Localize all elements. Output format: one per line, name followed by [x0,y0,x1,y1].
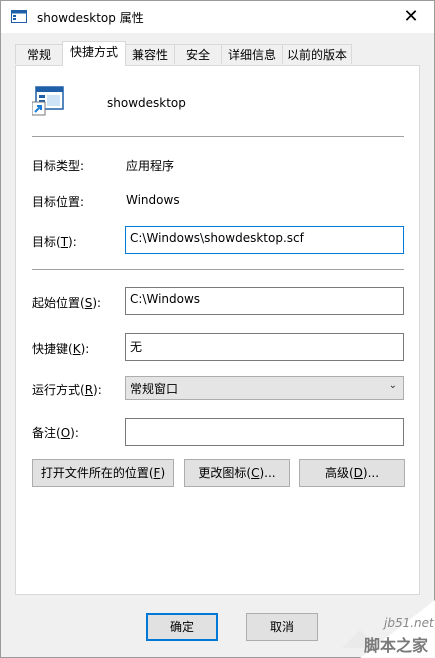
comment-field[interactable] [125,418,404,446]
tab-compatibility[interactable]: 兼容性 [125,44,175,64]
start-in-label: 起始位置(S): [32,296,102,310]
run-select[interactable]: 常规窗口 ⌄ [125,376,404,400]
hotkey-field[interactable]: 无 [125,333,404,361]
tab-security[interactable]: 安全 [174,44,222,64]
window-title: showdesktop 属性 [37,11,144,25]
shortcut-name: showdesktop [107,96,186,110]
close-button[interactable]: ✕ [388,1,434,32]
start-in-field-value: C:\Windows [130,292,201,306]
open-file-location-button[interactable]: 打开文件所在的位置(F) [32,459,174,487]
change-icon-button[interactable]: 更改图标(C)... [184,459,290,487]
cancel-button[interactable]: 取消 [246,613,318,641]
comment-label: 备注(O): [32,426,79,440]
ok-button[interactable]: 确定 [146,613,218,641]
hotkey-label: 快捷键(K): [32,342,90,356]
watermark: jb51.net 脚本之家 [320,590,435,658]
run-label: 运行方式(R): [32,383,102,397]
separator [32,136,404,137]
start-in-field[interactable]: C:\Windows [125,287,404,315]
tab-previous-versions[interactable]: 以前的版本 [282,44,352,64]
advanced-button[interactable]: 高级(D)... [299,459,405,487]
separator [32,269,404,270]
hotkey-field-value: 无 [130,340,143,354]
tab-details[interactable]: 详细信息 [221,44,283,64]
tab-shortcut[interactable]: 快捷方式 [62,41,126,66]
close-icon: ✕ [403,6,419,27]
watermark-domain: jb51.net [384,616,434,630]
shortcut-panel: showdesktop 目标类型: 应用程序 目标位置: Windows 目标(… [15,65,420,595]
properties-dialog: showdesktop 属性 ✕ 常规 快捷方式 兼容性 安全 详细信息 以前的… [0,0,435,658]
target-type-label: 目标类型: [32,159,85,173]
target-location-label: 目标位置: [32,195,85,209]
target-label: 目标(T): [32,235,77,249]
target-location-value: Windows [126,193,180,207]
tab-general[interactable]: 常规 [15,44,63,64]
title-bar: showdesktop 属性 ✕ [1,1,434,33]
run-select-value: 常规窗口 [130,382,179,396]
watermark-site-name: 脚本之家 [364,636,429,655]
target-field-value: C:\Windows\showdesktop.scf [130,231,304,245]
shortcut-large-icon [32,86,64,116]
target-type-value: 应用程序 [126,159,175,173]
target-field[interactable]: C:\Windows\showdesktop.scf [125,226,404,254]
shortcut-app-icon [11,10,27,23]
chevron-down-icon: ⌄ [388,380,397,391]
